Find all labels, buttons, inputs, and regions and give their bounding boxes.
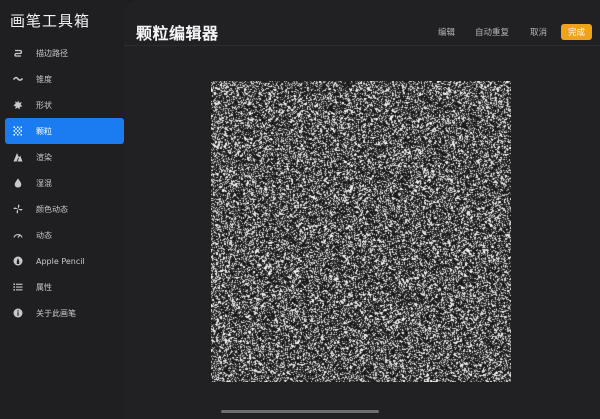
header-bar: 颗粒编辑器 编辑 自动重复 取消 完成 [124,0,600,46]
app-window: 画笔工具箱 描边路径 锥度 形状 颗粒 渲染 湿混 颜色动态 动态 Apple … [0,0,600,419]
sidebar-item-label: 颜色动态 [36,204,68,214]
sidebar-item-label: 属性 [36,282,52,292]
sidebar-item-grain[interactable]: 颗粒 [5,118,124,144]
properties-icon [12,281,24,293]
stroke-path-icon [12,47,24,59]
rendering-icon [12,151,24,163]
apple-pencil-icon [12,255,24,267]
grain-icon [12,125,24,137]
sidebar-item-label: 颗粒 [36,126,52,136]
taper-icon [12,73,24,85]
shape-icon [12,99,24,111]
sidebar-item-stroke-path[interactable]: 描边路径 [5,40,124,66]
sidebar-item-label: 湿混 [36,178,52,188]
main-panel: 颗粒编辑器 编辑 自动重复 取消 完成 [124,0,600,419]
home-indicator[interactable] [221,410,379,413]
grain-texture-canvas[interactable] [211,81,511,382]
sidebar-item-label: 动态 [36,230,52,240]
sidebar-item-wet-mix[interactable]: 湿混 [5,170,124,196]
sidebar-nav: 描边路径 锥度 形状 颗粒 渲染 湿混 颜色动态 动态 Apple Pencil… [5,40,124,326]
grain-preview[interactable] [211,81,511,382]
sidebar-item-dynamics[interactable]: 动态 [5,222,124,248]
sidebar-item-label: Apple Pencil [36,256,85,266]
sidebar-item-rendering[interactable]: 渲染 [5,144,124,170]
auto-repeat-button[interactable]: 自动重复 [475,26,509,38]
color-dynamics-icon [12,203,24,215]
sidebar-item-label: 形状 [36,100,52,110]
sidebar-item-label: 描边路径 [36,48,68,58]
cancel-button[interactable]: 取消 [530,26,547,38]
sidebar-item-properties[interactable]: 属性 [5,274,124,300]
sidebar-item-color-dynamics[interactable]: 颜色动态 [5,196,124,222]
dynamics-icon [12,229,24,241]
edit-button[interactable]: 编辑 [438,26,455,38]
wet-mix-icon [12,177,24,189]
sidebar-item-label: 渲染 [36,152,52,162]
sidebar-item-apple-pencil[interactable]: Apple Pencil [5,248,124,274]
sidebar-item-label: 关于此画笔 [36,308,76,318]
info-icon [12,307,24,319]
sidebar: 画笔工具箱 描边路径 锥度 形状 颗粒 渲染 湿混 颜色动态 动态 Apple … [0,0,128,419]
sidebar-item-about-brush[interactable]: 关于此画笔 [5,300,124,326]
sidebar-title: 画笔工具箱 [10,12,91,30]
sidebar-item-label: 锥度 [36,74,52,84]
sidebar-item-shape[interactable]: 形状 [5,92,124,118]
done-button[interactable]: 完成 [561,24,592,40]
page-title: 颗粒编辑器 [136,24,219,43]
sidebar-item-taper[interactable]: 锥度 [5,66,124,92]
